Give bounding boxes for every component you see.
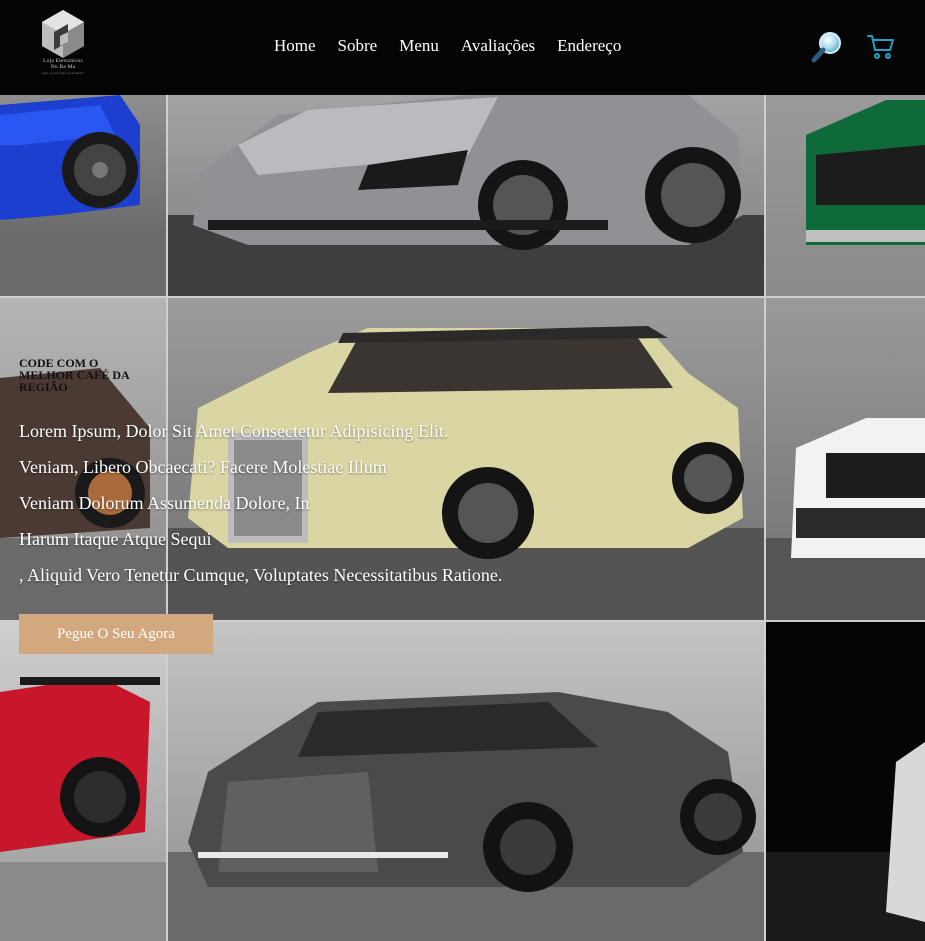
car-tile-silver [168, 95, 764, 296]
hero-line: Lorem Ipsum, Dolor Sit Amet Consectetur … [19, 421, 449, 441]
car-tile-carbon [168, 622, 764, 941]
hero-description: Lorem Ipsum, Dolor Sit Amet Consectetur … [19, 413, 639, 593]
hero-eyebrow: CODE COM O MELHOR CAFÉ DA REGIÃO [19, 356, 130, 394]
hero-section: CODE COM O MELHOR CAFÉ DA REGIÃO Lorem I… [19, 357, 639, 654]
hero-line: Veniam Dolorum Assumenda Dolore, In [19, 493, 310, 513]
main-nav: Home Sobre Menu Avaliações Endereço [274, 36, 621, 56]
nav-home[interactable]: Home [274, 36, 316, 56]
nav-sobre[interactable]: Sobre [338, 36, 378, 56]
hero-line: , Aliquid Vero Tenetur Cumque, Voluptate… [19, 565, 503, 585]
site-header: Loja Eletronicos Nu Ba Ma aqui, a tecnol… [0, 0, 925, 95]
brand-name: Loja Eletronicos Nu Ba Ma aqui, a tecnol… [30, 58, 96, 76]
brand-tagline: aqui, a tecnologia pode mudar [41, 71, 85, 75]
car-tile-white [766, 298, 925, 620]
grid-divider [764, 95, 766, 941]
search-icon[interactable] [810, 30, 844, 64]
hero-line: Harum Itaque Atque Sequi [19, 529, 212, 549]
get-yours-button[interactable]: Pegue O Seu Agora [19, 614, 213, 654]
car-tile-green [766, 95, 925, 296]
nav-menu[interactable]: Menu [399, 36, 439, 56]
cart-icon[interactable] [864, 30, 898, 64]
cube-icon[interactable] [38, 8, 88, 58]
car-tile-red [0, 622, 166, 941]
car-tile-blue [0, 95, 166, 296]
nav-endereco[interactable]: Endereço [557, 36, 621, 56]
nav-avaliacoes[interactable]: Avaliações [461, 36, 535, 56]
grid-divider [0, 296, 925, 298]
car-tile-dark [766, 622, 925, 941]
hero-line: Veniam, Libero Obcaecati? Facere Molesti… [19, 457, 387, 477]
